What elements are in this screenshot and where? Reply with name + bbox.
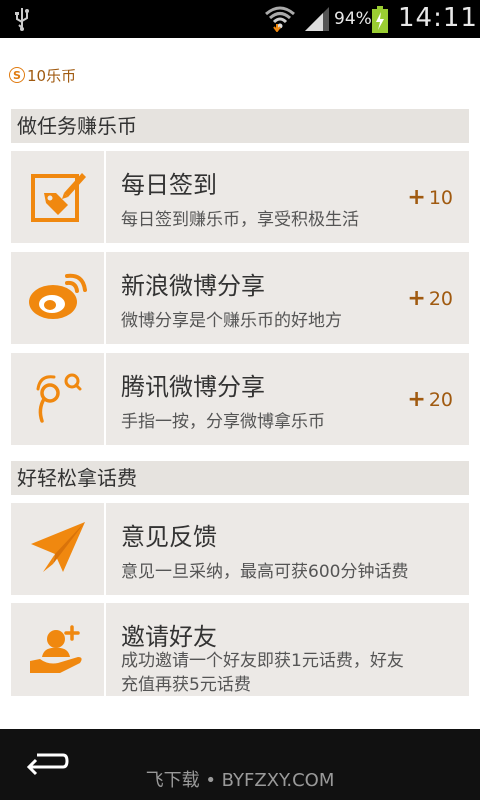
task-description: 微博分享是个赚乐币的好地方 xyxy=(121,311,342,331)
wifi-icon xyxy=(264,6,296,36)
task-icon-cell xyxy=(11,151,104,243)
section-header-phone-credit: 好轻松拿话费 xyxy=(11,461,469,495)
task-icon-cell xyxy=(11,353,104,445)
watermark: 飞下载 • BYFZXY.COM xyxy=(145,770,335,791)
task-description: 意见一旦采纳，最高可获600分钟话费 xyxy=(121,562,409,582)
task-title: 新浪微博分享 xyxy=(121,272,265,300)
task-tencent-weibo-share[interactable]: 腾讯微博分享 手指一按，分享微博拿乐币 +20 xyxy=(11,353,469,445)
task-feedback[interactable]: 意见反馈 意见一旦采纳，最高可获600分钟话费 xyxy=(11,503,469,595)
clock: 14:11 xyxy=(398,3,478,33)
task-sina-weibo-share[interactable]: 新浪微博分享 微博分享是个赚乐币的好地方 +20 xyxy=(11,252,469,344)
usb-icon xyxy=(12,6,32,36)
task-description-line2: 充值再获5元话费 xyxy=(121,675,251,695)
nav-bar: 飞下载 • BYFZXY.COM xyxy=(0,729,480,800)
task-reward: +20 xyxy=(407,286,453,311)
invite-friend-icon xyxy=(28,621,88,679)
paper-plane-icon xyxy=(29,520,87,578)
task-body: 新浪微博分享 微博分享是个赚乐币的好地方 +20 xyxy=(106,252,469,344)
task-description: 每日签到赚乐币，享受积极生活 xyxy=(121,210,359,230)
task-body: 每日签到 每日签到赚乐币，享受积极生活 +10 xyxy=(106,151,469,243)
sina-weibo-icon xyxy=(27,270,89,326)
task-reward: +10 xyxy=(407,185,453,210)
task-body: 邀请好友 成功邀请一个好友即获1元话费，好友 充值再获5元话费 xyxy=(106,603,469,696)
battery-percent: 94% xyxy=(334,9,372,29)
task-title: 邀请好友 xyxy=(121,623,217,651)
section-header-tasks: 做任务赚乐币 xyxy=(11,109,469,143)
coin-balance-text: 10乐币 xyxy=(27,66,77,85)
plus-icon: + xyxy=(407,387,426,412)
task-daily-checkin[interactable]: 每日签到 每日签到赚乐币，享受积极生活 +10 xyxy=(11,151,469,243)
sign-in-edit-icon xyxy=(28,165,88,229)
signal-icon xyxy=(303,6,331,36)
coin-icon: S xyxy=(9,67,25,83)
task-title: 意见反馈 xyxy=(121,523,217,551)
task-body: 意见反馈 意见一旦采纳，最高可获600分钟话费 xyxy=(106,503,469,595)
task-icon-cell xyxy=(11,252,104,344)
task-icon-cell xyxy=(11,503,104,595)
task-title: 每日签到 xyxy=(121,171,217,199)
task-title: 腾讯微博分享 xyxy=(121,373,265,401)
task-icon-cell xyxy=(11,603,104,696)
coin-balance: S 10乐币 xyxy=(9,64,76,86)
battery-charging-icon xyxy=(371,6,389,38)
plus-icon: + xyxy=(407,185,426,210)
task-description-line1: 成功邀请一个好友即获1元话费，好友 xyxy=(121,651,404,671)
task-reward: +20 xyxy=(407,387,453,412)
plus-icon: + xyxy=(407,286,426,311)
task-body: 腾讯微博分享 手指一按，分享微博拿乐币 +20 xyxy=(106,353,469,445)
tencent-weibo-icon xyxy=(30,369,86,429)
task-invite-friend[interactable]: 邀请好友 成功邀请一个好友即获1元话费，好友 充值再获5元话费 xyxy=(11,603,469,696)
status-bar: 94% 14:11 xyxy=(0,0,480,38)
task-description: 手指一按，分享微博拿乐币 xyxy=(121,412,325,432)
